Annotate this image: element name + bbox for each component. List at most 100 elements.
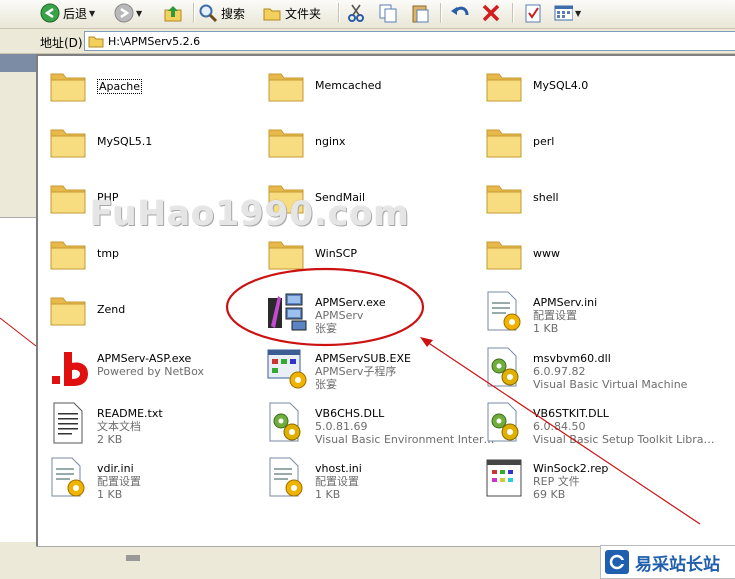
views-button[interactable]: ▼ (553, 2, 581, 24)
copy-icon (378, 3, 398, 23)
netbox-b-icon (48, 346, 92, 390)
undo-button[interactable] (449, 2, 469, 24)
file-name: vdir.ini (97, 462, 134, 475)
file-list: Apache Memcached MySQL4.0 MySQL5.1 nginx perl… (36, 54, 735, 546)
back-label: 后退 (63, 6, 88, 21)
file-item-apmserv-asp-exe[interactable]: APMServ-ASP.exe Powered by NetBox (48, 346, 266, 398)
file-item-shell[interactable]: shell (484, 178, 702, 230)
delete-button[interactable] (481, 2, 501, 24)
file-item-vb6stkit-dll[interactable]: VB6STKIT.DLL 6.0.84.50 Visual Basic Setup … (484, 401, 715, 453)
ini-file-icon (48, 456, 92, 500)
file-item-apmserv-ini[interactable]: APMServ.ini 配置设置 1 KB (484, 290, 702, 342)
apmserv-exe-icon (266, 290, 310, 334)
back-dropdown-icon[interactable]: ▼ (89, 9, 95, 18)
file-detail-1: 配置设置 (315, 475, 359, 488)
views-dropdown-icon[interactable]: ▼ (575, 9, 581, 18)
file-item-vhost-ini[interactable]: vhost.ini 配置设置 1 KB (266, 456, 484, 508)
file-detail-2: 张宴 (315, 378, 337, 391)
file-detail-1: REP 文件 (533, 475, 580, 488)
file-item-mysql4-0[interactable]: MySQL4.0 (484, 66, 702, 118)
folder-icon (48, 234, 92, 278)
file-name: README.txt (97, 407, 163, 420)
file-detail-1: Powered by NetBox (97, 365, 205, 378)
file-item-zend[interactable]: Zend (48, 290, 266, 342)
folder-icon (266, 66, 310, 110)
folders-label: 文件夹 (285, 6, 322, 21)
forward-button[interactable]: ▼ (114, 2, 142, 24)
site-logo: 易采站长站 (600, 545, 735, 579)
file-item-readme-txt[interactable]: README.txt 文本文档 2 KB (48, 401, 266, 453)
file-item-text: shell (533, 191, 559, 204)
file-item-text: WinSock2.rep REP 文件 69 KB (533, 462, 608, 501)
ini-file-icon (484, 290, 528, 334)
file-item-text: README.txt 文本文档 2 KB (97, 407, 163, 446)
file-detail-2: 1 KB (533, 322, 559, 335)
scissors-icon (346, 3, 366, 23)
file-detail-1: 5.0.81.69 (315, 420, 368, 433)
file-detail-2: Visual Basic Virtual Machine (533, 378, 688, 391)
file-detail-2: 2 KB (97, 433, 123, 446)
logo-mark-icon (605, 550, 629, 574)
folders-button[interactable]: 文件夹 (262, 2, 321, 24)
address-bar: 地址(D) H:\APMServ5.2.6 (0, 29, 735, 54)
file-item-text: APMServ.exe APMServ 张宴 (315, 296, 386, 335)
horizontal-scrollbar[interactable] (36, 546, 600, 578)
scrollbar-thumb[interactable] (126, 555, 140, 561)
file-item-mysql5-1[interactable]: MySQL5.1 (48, 122, 266, 174)
file-item-www[interactable]: www (484, 234, 702, 286)
paste-button[interactable] (410, 2, 430, 24)
file-name: MySQL5.1 (97, 135, 153, 148)
folder-icon (48, 122, 92, 166)
file-name: shell (533, 191, 559, 204)
back-arrow-icon (40, 3, 60, 23)
file-item-perl[interactable]: perl (484, 122, 702, 174)
file-detail-1: 文本文档 (97, 420, 141, 433)
file-item-text: APMServ-ASP.exe Powered by NetBox (97, 352, 204, 378)
file-item-apache[interactable]: Apache (48, 66, 266, 118)
folder-icon (484, 122, 528, 166)
file-detail-2: Visual Basic Environment Inter… (315, 433, 495, 446)
toolbar: 后退 ▼ ▼ 搜索 文件夹 ▼ (0, 0, 735, 29)
folder-icon (48, 290, 92, 334)
file-name: tmp (97, 247, 120, 260)
folder-icon (48, 66, 92, 110)
file-item-text: vhost.ini 配置设置 1 KB (315, 462, 362, 501)
file-detail-1: APMServ (315, 309, 364, 322)
search-button[interactable]: 搜索 (198, 2, 245, 24)
cut-button[interactable] (346, 2, 366, 24)
properties-button[interactable] (523, 2, 543, 24)
left-pane-footer (0, 542, 36, 577)
file-item-apmserv-exe[interactable]: APMServ.exe APMServ 张宴 (266, 290, 484, 342)
up-folder-icon (163, 3, 183, 23)
file-item-memcached[interactable]: Memcached (266, 66, 484, 118)
file-item-winsock2-rep[interactable]: WinSock2.rep REP 文件 69 KB (484, 456, 702, 508)
address-input[interactable]: H:\APMServ5.2.6 (84, 31, 735, 51)
file-name: perl (533, 135, 555, 148)
file-item-vb6chs-dll[interactable]: VB6CHS.DLL 5.0.81.69 Visual Basic Environm… (266, 401, 495, 453)
file-name: APMServ.ini (533, 296, 598, 309)
forward-dropdown-icon[interactable]: ▼ (136, 9, 142, 18)
file-name: MySQL4.0 (533, 79, 589, 92)
watermark-text: FuHao1990.com (90, 194, 410, 234)
folder-icon (484, 178, 528, 222)
copy-button[interactable] (378, 2, 398, 24)
file-item-winscp[interactable]: WinSCP (266, 234, 484, 286)
folder-icon (484, 66, 528, 110)
file-detail-1: 6.0.84.50 (533, 420, 586, 433)
search-label: 搜索 (221, 6, 246, 21)
file-name: APMServ.exe (315, 296, 386, 309)
file-item-msvbvm60-dll[interactable]: msvbvm60.dll 6.0.97.82 Visual Basic Virtua… (484, 346, 702, 398)
folder-icon (484, 234, 528, 278)
file-detail-1: 配置设置 (533, 309, 577, 322)
back-button[interactable]: 后退 ▼ (40, 2, 95, 24)
file-name: VB6CHS.DLL (315, 407, 385, 420)
file-item-text: Memcached (315, 79, 382, 92)
up-folder-button[interactable] (163, 2, 183, 24)
file-item-vdir-ini[interactable]: vdir.ini 配置设置 1 KB (48, 456, 266, 508)
left-pane-section (0, 162, 36, 218)
file-item-tmp[interactable]: tmp (48, 234, 266, 286)
file-name: VB6STKIT.DLL (533, 407, 609, 420)
file-item-apmservsub-exe[interactable]: APMServSUB.EXE APMServ子程序 张宴 (266, 346, 484, 398)
file-item-text: perl (533, 135, 554, 148)
file-item-nginx[interactable]: nginx (266, 122, 484, 174)
